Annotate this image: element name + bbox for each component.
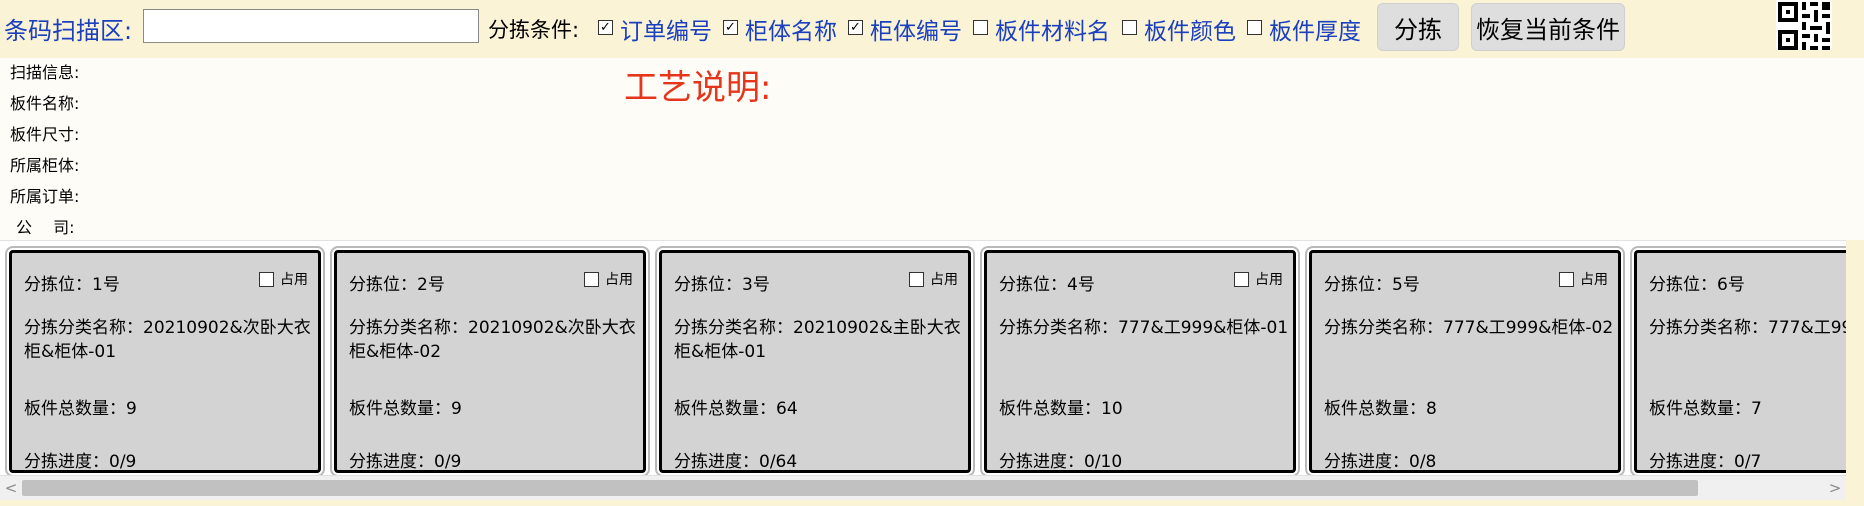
slot-position: 分拣位：6号 [1649,275,1745,295]
panel-color-checkbox-label[interactable]: 板件颜色 [1144,12,1236,46]
scrollbar-thumb[interactable] [22,480,1698,496]
occupied-checkbox[interactable] [1559,271,1574,287]
sorting-slot-3[interactable]: 分拣位：3号 占用 分拣分类名称：20210902&主卧大衣柜&柜体-01 板件… [655,246,975,476]
slot-occupied-toggle[interactable]: 占用 [584,269,633,289]
scan-info-label: 扫描信息: [10,63,80,82]
slot-sort-progress: 分拣进度：0/64 [674,452,798,472]
occupied-label: 占用 [1580,272,1608,288]
slot-position: 分拣位：2号 [349,275,445,295]
qr-code-icon [1776,0,1832,50]
panel-thickness-checkbox-label[interactable]: 板件厚度 [1269,12,1361,46]
sorting-slot-1[interactable]: 分拣位：1号 占用 分拣分类名称：20210902&次卧大衣柜&柜体-01 板件… [5,246,325,476]
occupied-checkbox[interactable] [1234,271,1249,287]
toolbar: 条码扫描区: 分拣条件: ✓ 订单编号 ✓ 柜体名称 ✓ 柜体编号 板件材料名 … [0,0,1864,58]
slot-panel-count: 板件总数量：10 [999,399,1123,419]
horizontal-scrollbar[interactable]: < > [0,475,1846,500]
scroll-left-arrow-icon[interactable]: < [2,478,20,498]
slot-category-name: 分拣分类名称：20210902&次卧大衣柜&柜体-01 [24,318,311,362]
right-margin [1846,240,1864,500]
panel-name-label: 板件名称: [10,94,80,113]
slot-panel-count: 板件总数量：8 [1324,399,1437,419]
occupied-checkbox[interactable] [584,271,599,287]
slot-position: 分拣位：5号 [1324,275,1420,295]
slot-sort-progress: 分拣进度：0/9 [349,452,462,472]
sorting-slots-area: 分拣位：1号 占用 分拣分类名称：20210902&次卧大衣柜&柜体-01 板件… [0,240,1846,476]
slot-position: 分拣位：1号 [24,275,120,295]
slot-category-name: 分拣分类名称：777&工999&柜体-01 [999,318,1289,338]
slot-category-name: 分拣分类名称：20210902&次卧大衣柜&柜体-02 [349,318,636,362]
sorting-slot-6[interactable]: 分拣位：6号 占用 分拣分类名称：777&工999&柜体-03 板件总数量：7 … [1630,246,1846,476]
craft-description-title: 工艺说明: [624,68,772,108]
slot-panel-count: 板件总数量：9 [349,399,462,419]
panel-color-checkbox[interactable] [1122,20,1137,35]
slot-occupied-toggle[interactable]: 占用 [909,269,958,289]
cabinet-name-checkbox[interactable]: ✓ [723,20,738,35]
panel-thickness-checkbox[interactable] [1247,20,1262,35]
slot-panel-count: 板件总数量：7 [1649,399,1762,419]
occupied-checkbox[interactable] [909,271,924,287]
slot-panel-count: 板件总数量：64 [674,399,798,419]
slot-category-name: 分拣分类名称：777&工999&柜体-02 [1324,318,1614,338]
slot-panel-count: 板件总数量：9 [24,399,137,419]
scroll-right-arrow-icon[interactable]: > [1826,478,1844,498]
slot-occupied-toggle[interactable]: 占用 [1559,269,1608,289]
cabinet-label: 所属柜体: [10,156,80,175]
slot-sort-progress: 分拣进度：0/9 [24,452,137,472]
slot-position: 分拣位：4号 [999,275,1095,295]
cabinet-name-checkbox-label[interactable]: 柜体名称 [745,12,837,46]
occupied-checkbox[interactable] [259,271,274,287]
scan-area-label: 条码扫描区: [4,17,133,45]
cabinet-number-checkbox[interactable]: ✓ [848,20,863,35]
slot-position: 分拣位：3号 [674,275,770,295]
panel-material-checkbox-label[interactable]: 板件材料名 [995,12,1110,46]
slot-occupied-toggle[interactable]: 占用 [259,269,308,289]
sort-condition-label: 分拣条件: [488,18,580,42]
slot-sort-progress: 分拣进度：0/7 [1649,452,1762,472]
slot-occupied-toggle[interactable]: 占用 [1234,269,1283,289]
slot-category-name: 分拣分类名称：777&工999&柜体-03 [1649,318,1846,338]
occupied-label: 占用 [1255,272,1283,288]
panel-material-checkbox[interactable] [973,20,988,35]
occupied-label: 占用 [605,272,633,288]
company-label: 公 司: [16,218,75,237]
occupied-label: 占用 [930,272,958,288]
sorting-slot-2[interactable]: 分拣位：2号 占用 分拣分类名称：20210902&次卧大衣柜&柜体-02 板件… [330,246,650,476]
sort-button[interactable]: 分拣 [1377,3,1459,51]
bottom-margin [0,500,1864,506]
sorting-slot-4[interactable]: 分拣位：4号 占用 分拣分类名称：777&工999&柜体-01 板件总数量：10… [980,246,1300,476]
slot-sort-progress: 分拣进度：0/10 [999,452,1123,472]
order-number-checkbox-label[interactable]: 订单编号 [620,12,712,46]
sorting-slot-5[interactable]: 分拣位：5号 占用 分拣分类名称：777&工999&柜体-02 板件总数量：8 … [1305,246,1625,476]
occupied-label: 占用 [280,272,308,288]
slot-sort-progress: 分拣进度：0/8 [1324,452,1437,472]
restore-conditions-button[interactable]: 恢复当前条件 [1471,3,1625,51]
barcode-scan-input[interactable] [143,9,479,43]
panel-size-label: 板件尺寸: [10,125,80,144]
slot-category-name: 分拣分类名称：20210902&主卧大衣柜&柜体-01 [674,318,961,362]
order-number-checkbox[interactable]: ✓ [598,20,613,35]
order-label: 所属订单: [10,187,80,206]
cabinet-number-checkbox-label[interactable]: 柜体编号 [870,12,962,46]
